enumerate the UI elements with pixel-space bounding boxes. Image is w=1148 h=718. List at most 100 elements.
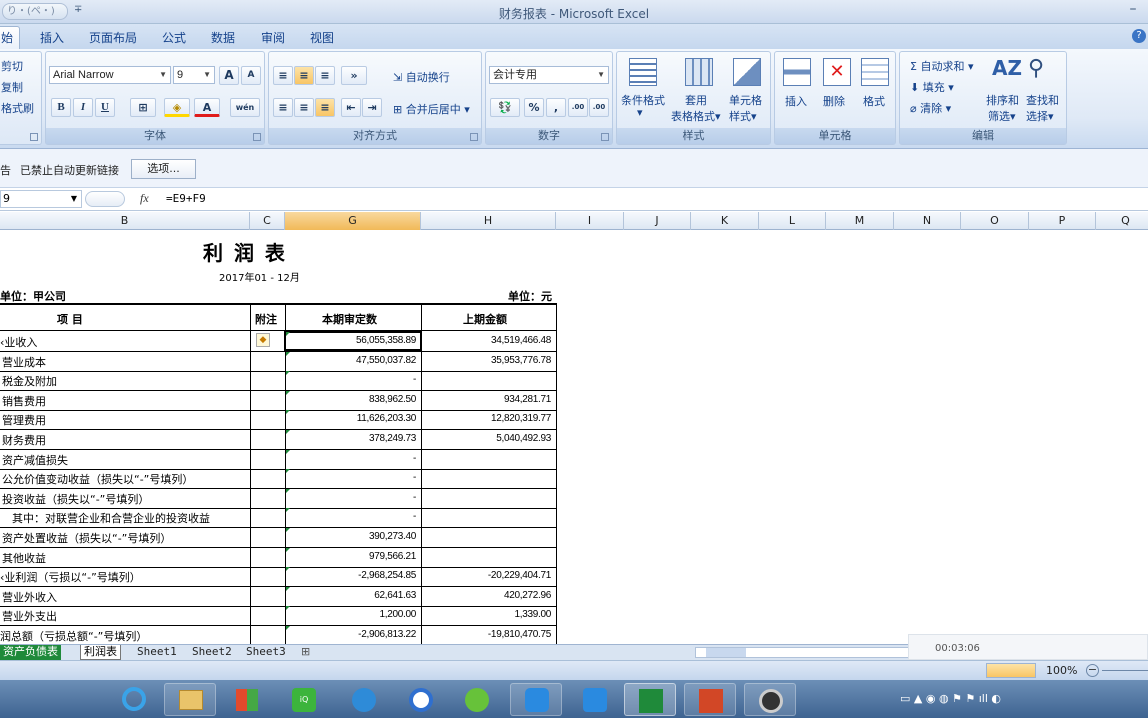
align-left-icon[interactable]: ≡: [273, 98, 293, 117]
iqiyi-icon[interactable]: iQ: [278, 683, 330, 716]
sheet-tab-balance[interactable]: 资产负债表: [0, 645, 61, 660]
tab-home[interactable]: 始: [0, 26, 21, 49]
formula-input[interactable]: =E9+F9: [166, 192, 206, 205]
insert-sheet-icon[interactable]: ⊞: [298, 645, 313, 660]
cell-styles-icon[interactable]: [733, 58, 761, 86]
row-label[interactable]: 资产处置收益（损失以“-”号填列）: [2, 530, 171, 546]
row-current-value[interactable]: -2,906,813.22: [286, 629, 416, 640]
copy-button[interactable]: 复制: [1, 79, 23, 95]
alignment-launcher-icon[interactable]: [470, 133, 478, 141]
cell-styles-button-1[interactable]: 单元格: [729, 92, 762, 108]
row-current-value[interactable]: -2,968,254.85: [286, 570, 416, 581]
help-icon[interactable]: ?: [1132, 29, 1146, 43]
sort-filter-button-2[interactable]: 筛选▾: [988, 108, 1016, 124]
row-current-value[interactable]: 56,055,358.89: [286, 335, 416, 346]
row-current-value[interactable]: -: [286, 453, 416, 464]
format-cells-button[interactable]: 格式: [863, 93, 885, 109]
format-painter-button[interactable]: 格式刷: [1, 100, 34, 116]
recorder-icon[interactable]: [744, 683, 796, 716]
column-header-g[interactable]: G: [285, 212, 421, 230]
row-prior-value[interactable]: 5,040,492.93: [422, 433, 551, 444]
cut-button[interactable]: 剪切: [1, 58, 23, 74]
row-prior-value[interactable]: -20,229,404.71: [422, 570, 551, 581]
align-middle-icon[interactable]: ≡: [294, 66, 314, 85]
row-current-value[interactable]: 390,273.40: [286, 531, 416, 542]
row-current-value[interactable]: 838,962.50: [286, 394, 416, 405]
wrap-text-button[interactable]: ⇲ 自动换行: [393, 69, 450, 85]
decrease-indent-icon[interactable]: ⇤: [341, 98, 361, 117]
align-bottom-icon[interactable]: ≡: [315, 66, 335, 85]
row-prior-value[interactable]: 420,272.96: [422, 590, 551, 601]
row-current-value[interactable]: -: [286, 472, 416, 483]
cell-styles-button-2[interactable]: 样式▾: [729, 108, 757, 124]
find-select-button-2[interactable]: 选择▾: [1026, 108, 1054, 124]
find-select-button-1[interactable]: 查找和: [1026, 92, 1059, 108]
sort-filter-button-1[interactable]: 排序和: [986, 92, 1019, 108]
row-label[interactable]: 营业成本: [2, 354, 46, 370]
number-format-select[interactable]: 会计专用 ▼: [489, 66, 609, 84]
delete-cells-icon[interactable]: ✕: [823, 58, 851, 86]
row-label[interactable]: 其中：对联营企业和合营企业的投资收益: [12, 510, 210, 526]
column-header-n[interactable]: N: [894, 212, 961, 230]
sort-filter-icon[interactable]: AZ: [992, 56, 1022, 84]
excel-taskbar-icon[interactable]: [624, 683, 676, 716]
delete-cells-button[interactable]: 删除: [823, 93, 845, 109]
tab-page-layout[interactable]: 页面布局: [89, 29, 137, 49]
orientation-icon[interactable]: »: [341, 66, 367, 85]
currency-icon[interactable]: 💱: [490, 98, 520, 117]
system-tray-icons[interactable]: ▭ ▲ ◉ ◍ ⚑ ⚑ ıll ◐: [900, 692, 1001, 705]
zoom-out-button[interactable]: −: [1086, 664, 1099, 677]
column-header-k[interactable]: K: [691, 212, 759, 230]
conditional-format-icon[interactable]: [629, 58, 657, 86]
column-header-j[interactable]: J: [624, 212, 691, 230]
font-color-button[interactable]: A: [194, 98, 220, 117]
tab-data[interactable]: 数据: [211, 29, 235, 49]
row-prior-value[interactable]: 35,953,776.78: [422, 355, 551, 366]
browser-icon[interactable]: [451, 683, 503, 716]
powerpoint-icon[interactable]: [684, 683, 736, 716]
sheet-tab-income[interactable]: 利润表: [80, 645, 121, 660]
align-top-icon[interactable]: ≡: [273, 66, 293, 85]
row-prior-value[interactable]: 934,281.71: [422, 394, 551, 405]
row-prior-value[interactable]: -19,810,470.75: [422, 629, 551, 640]
phonetic-button[interactable]: wén: [230, 98, 260, 117]
column-header-o[interactable]: O: [961, 212, 1029, 230]
minimize-button[interactable]: –: [1124, 2, 1142, 20]
font-launcher-icon[interactable]: [253, 133, 261, 141]
borders-icon[interactable]: ⊞: [130, 98, 156, 117]
number-launcher-icon[interactable]: [601, 133, 609, 141]
column-header-c[interactable]: C: [250, 212, 285, 230]
row-current-value[interactable]: 11,626,203.30: [286, 413, 417, 424]
column-header-m[interactable]: M: [826, 212, 894, 230]
row-prior-value[interactable]: 12,820,319.77: [422, 413, 551, 424]
row-current-value[interactable]: 1,200.00: [286, 609, 416, 620]
find-select-icon[interactable]: ⚲: [1028, 56, 1056, 84]
merge-center-button[interactable]: ⊞ 合并后居中 ▾: [393, 101, 470, 117]
percent-button[interactable]: %: [524, 98, 544, 117]
row-prior-value[interactable]: 1,339.00: [422, 609, 551, 620]
row-current-value[interactable]: 47,550,037.82: [286, 355, 416, 366]
column-header-b[interactable]: B: [0, 212, 250, 230]
clipboard-launcher-icon[interactable]: [30, 133, 38, 141]
decrease-decimal-button[interactable]: .00: [589, 98, 609, 117]
row-prior-value[interactable]: 34,519,466.48: [422, 335, 551, 346]
row-current-value[interactable]: 62,641.63: [286, 590, 416, 601]
format-as-table-icon[interactable]: [685, 58, 713, 86]
video-player-icon[interactable]: [569, 683, 621, 716]
sheet-tab-sheet3[interactable]: Sheet3: [243, 645, 289, 660]
sheet-tab-sheet2[interactable]: Sheet2: [189, 645, 235, 660]
format-as-table-button-1[interactable]: 套用: [685, 92, 707, 108]
row-label[interactable]: 管理费用: [2, 412, 46, 428]
insert-cells-icon[interactable]: [783, 58, 811, 86]
column-header-p[interactable]: P: [1029, 212, 1096, 230]
row-label[interactable]: 营业外支出: [2, 608, 57, 624]
format-cells-icon[interactable]: [861, 58, 889, 86]
bold-button[interactable]: B: [51, 98, 71, 117]
ie-icon[interactable]: [108, 683, 160, 716]
tab-insert[interactable]: 插入: [40, 29, 64, 49]
italic-button[interactable]: I: [73, 98, 93, 117]
column-header-i[interactable]: I: [556, 212, 624, 230]
conditional-format-button[interactable]: 条件格式: [621, 92, 665, 108]
fill-button[interactable]: ⬇ 填充 ▾: [910, 79, 954, 95]
row-label[interactable]: 投资收益（损失以“-”号填列）: [2, 491, 149, 507]
